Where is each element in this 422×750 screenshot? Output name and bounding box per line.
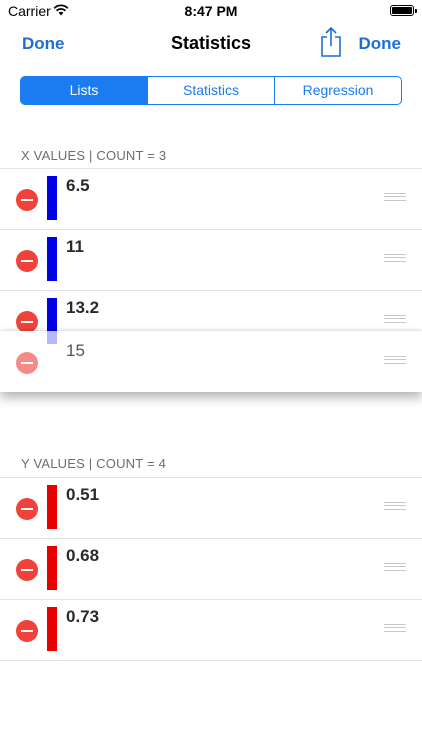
series-color-bar — [47, 331, 57, 344]
reorder-handle-icon[interactable] — [384, 624, 406, 632]
done-button-right[interactable]: Done — [359, 34, 402, 54]
x-value-row: 11 — [0, 229, 422, 290]
x-value[interactable]: 13.2 — [66, 298, 99, 318]
delete-icon[interactable] — [16, 189, 38, 211]
delete-icon[interactable] — [16, 311, 38, 333]
series-color-bar — [47, 546, 57, 590]
delete-icon[interactable] — [16, 559, 38, 581]
delete-icon[interactable] — [16, 498, 38, 520]
list-end-separator — [0, 660, 422, 661]
y-value-row: 0.73 — [0, 599, 422, 660]
segment-lists[interactable]: Lists — [21, 77, 147, 104]
series-color-bar — [47, 237, 57, 281]
delete-icon[interactable] — [16, 250, 38, 272]
clock: 8:47 PM — [184, 3, 238, 19]
status-bar: Carrier 8:47 PM — [0, 0, 422, 22]
y-value[interactable]: 0.73 — [66, 607, 99, 627]
x-value[interactable]: 6.5 — [66, 176, 90, 196]
series-color-bar — [47, 485, 57, 529]
series-color-bar — [47, 607, 57, 651]
x-value[interactable]: 11 — [66, 237, 84, 257]
x-values-header: X VALUES | COUNT = 3 — [21, 148, 167, 163]
y-value[interactable]: 0.68 — [66, 546, 99, 566]
y-value-row: 0.68 — [0, 538, 422, 599]
delete-icon[interactable] — [16, 620, 38, 642]
segment-statistics[interactable]: Statistics — [147, 77, 274, 104]
reorder-handle-icon[interactable] — [384, 563, 406, 571]
x-value-row: 6.5 — [0, 168, 422, 229]
segmented-control: Lists Statistics Regression — [20, 76, 402, 105]
dragging-row[interactable]: 15 — [0, 331, 422, 392]
series-color-bar — [47, 176, 57, 220]
reorder-handle-icon[interactable] — [384, 356, 406, 364]
reorder-handle-icon[interactable] — [384, 315, 406, 323]
battery-icon — [390, 5, 417, 16]
reorder-handle-icon[interactable] — [384, 254, 406, 262]
y-value[interactable]: 0.51 — [66, 485, 99, 505]
share-icon[interactable] — [319, 26, 343, 58]
navigation-bar: Done Statistics Done — [0, 22, 422, 66]
dragging-value: 15 — [66, 341, 85, 360]
reorder-handle-icon[interactable] — [384, 193, 406, 201]
delete-icon[interactable] — [16, 352, 38, 374]
reorder-handle-icon[interactable] — [384, 502, 406, 510]
y-value-row: 0.51 — [0, 477, 422, 538]
segment-regression[interactable]: Regression — [274, 77, 401, 104]
y-values-header: Y VALUES | COUNT = 4 — [21, 456, 167, 471]
